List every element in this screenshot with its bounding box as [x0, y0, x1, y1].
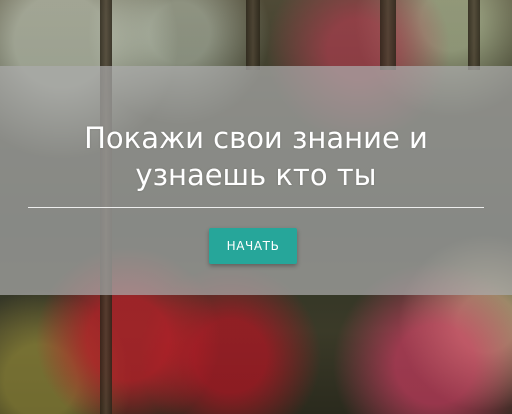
start-button[interactable]: НАЧАТЬ [209, 228, 297, 264]
hero-title-line2: узнаешь кто ты [135, 158, 377, 192]
hero-panel: Покажи свои знание и узнаешь кто ты НАЧА… [0, 66, 512, 295]
hero-title-line1: Покажи свои знание и [84, 121, 428, 155]
hero-title: Покажи свои знание и узнаешь кто ты [0, 120, 512, 194]
divider [28, 207, 484, 208]
